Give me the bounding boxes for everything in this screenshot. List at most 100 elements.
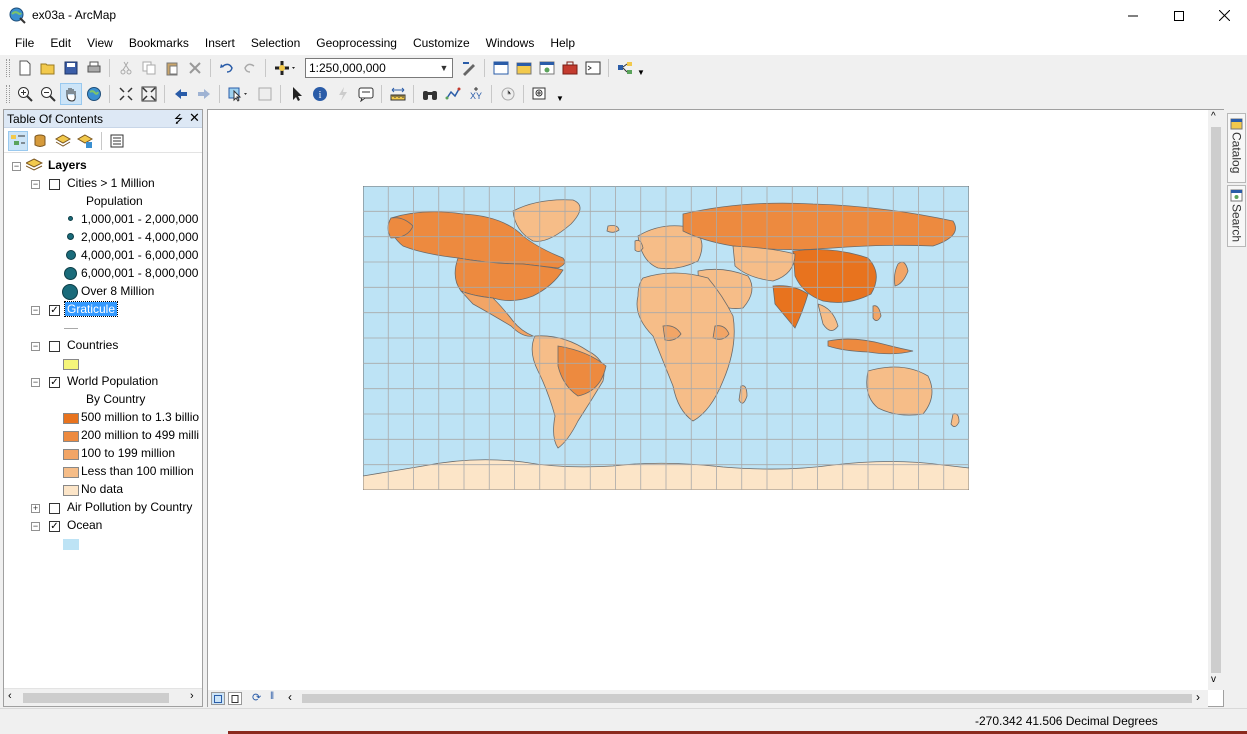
maximize-button[interactable] (1156, 0, 1202, 31)
time-slider-button[interactable] (497, 83, 519, 105)
menu-help[interactable]: Help (542, 31, 583, 55)
world-map-frame[interactable] (363, 186, 969, 490)
map-horizontal-scrollbar[interactable]: ⟳ ǁ ‹ › (208, 690, 1208, 707)
table-of-contents-button[interactable] (490, 57, 512, 79)
list-by-source-button[interactable] (30, 131, 50, 151)
save-button[interactable] (60, 57, 82, 79)
open-button[interactable] (37, 57, 59, 79)
list-by-selection-button[interactable] (75, 131, 95, 151)
countries-layer-name[interactable]: Countries (67, 338, 118, 352)
arctoolbox-button[interactable] (559, 57, 581, 79)
refresh-icon[interactable]: ⟳ (252, 691, 261, 704)
search-window-button[interactable] (536, 57, 558, 79)
hyperlink-button[interactable] (332, 83, 354, 105)
menu-insert[interactable]: Insert (197, 31, 243, 55)
expand-air-pollution-toggle[interactable]: + (31, 504, 40, 513)
cities-layer-name[interactable]: Cities > 1 Million (67, 176, 155, 190)
zoom-out-button[interactable] (37, 83, 59, 105)
model-builder-button[interactable] (614, 57, 636, 79)
scroll-up-icon[interactable]: ^ (1211, 111, 1216, 122)
print-button[interactable] (83, 57, 105, 79)
menu-customize[interactable]: Customize (405, 31, 478, 55)
clear-selection-button[interactable] (254, 83, 276, 105)
graticule-visibility-checkbox[interactable]: ✓ (49, 305, 60, 316)
map-vscroll-thumb[interactable] (1211, 127, 1221, 673)
go-to-xy-button[interactable]: XY (465, 83, 487, 105)
close-button[interactable] (1201, 0, 1247, 31)
go-forward-button[interactable] (193, 83, 215, 105)
menu-file[interactable]: File (7, 31, 42, 55)
add-data-button[interactable] (271, 57, 301, 79)
find-button[interactable] (419, 83, 441, 105)
zoom-in-button[interactable] (14, 83, 36, 105)
catalog-dock-tab[interactable]: Catalog (1227, 113, 1246, 183)
menu-edit[interactable]: Edit (42, 31, 79, 55)
fixed-zoom-out-button[interactable] (138, 83, 160, 105)
pan-button[interactable] (59, 83, 82, 105)
menu-windows[interactable]: Windows (478, 31, 543, 55)
redo-button[interactable] (239, 57, 261, 79)
scroll-down-icon[interactable]: v (1211, 674, 1216, 685)
pin-icon[interactable]: ⭍ (174, 111, 183, 130)
select-features-button[interactable] (225, 83, 253, 105)
ocean-visibility-checkbox[interactable]: ✓ (49, 521, 60, 532)
fixed-zoom-in-button[interactable] (115, 83, 137, 105)
toc-options-button[interactable] (107, 131, 127, 151)
scroll-left-icon[interactable]: ‹ (8, 690, 12, 702)
layout-view-button[interactable] (228, 692, 242, 705)
toolbar-overflow-button[interactable]: ▼ (636, 57, 646, 79)
world-population-visibility-checkbox[interactable]: ✓ (49, 377, 60, 388)
menu-view[interactable]: View (79, 31, 121, 55)
graticule-layer-name[interactable]: Graticule (63, 301, 119, 317)
copy-button[interactable] (138, 57, 160, 79)
menu-bookmarks[interactable]: Bookmarks (121, 31, 197, 55)
data-frame-label[interactable]: Layers (48, 158, 87, 172)
toc-close-icon[interactable]: ✕ (189, 110, 200, 126)
create-viewer-window-button[interactable] (529, 83, 555, 105)
pause-drawing-icon[interactable]: ǁ (270, 691, 274, 702)
new-document-button[interactable] (14, 57, 36, 79)
go-back-button[interactable] (170, 83, 192, 105)
select-elements-button[interactable] (286, 83, 308, 105)
ocean-layer-name[interactable]: Ocean (67, 518, 102, 532)
toolbar-grip[interactable] (6, 85, 10, 103)
menu-selection[interactable]: Selection (243, 31, 308, 55)
air-pollution-visibility-checkbox[interactable] (49, 503, 60, 514)
collapse-layers-toggle[interactable]: − (12, 162, 21, 171)
data-view-button[interactable] (211, 692, 225, 705)
html-popup-button[interactable] (355, 83, 377, 105)
toc-scroll-thumb[interactable] (23, 693, 169, 703)
identify-button[interactable]: i (309, 83, 331, 105)
collapse-cities-toggle[interactable]: − (31, 180, 40, 189)
toc-horizontal-scrollbar[interactable]: ‹ › (4, 688, 202, 706)
map-hscroll-thumb[interactable] (302, 694, 1192, 703)
cut-button[interactable] (115, 57, 137, 79)
minimize-button[interactable] (1110, 0, 1156, 31)
python-window-button[interactable] (582, 57, 604, 79)
cities-visibility-checkbox[interactable] (49, 179, 60, 190)
paste-button[interactable] (161, 57, 183, 79)
map-vertical-scrollbar[interactable]: ^ v (1208, 110, 1224, 690)
search-dock-tab[interactable]: Search (1227, 185, 1246, 247)
list-by-visibility-button[interactable] (53, 131, 73, 151)
menu-geoprocessing[interactable]: Geoprocessing (308, 31, 405, 55)
measure-button[interactable] (387, 83, 409, 105)
scroll-left-icon[interactable]: ‹ (288, 690, 292, 704)
map-scale-combobox[interactable]: 1:250,000,000 ▼ (305, 58, 453, 78)
list-by-drawing-order-button[interactable] (7, 130, 28, 151)
scroll-right-icon[interactable]: › (1196, 690, 1200, 704)
toolbar-grip[interactable] (6, 59, 10, 77)
find-route-button[interactable] (442, 83, 464, 105)
delete-button[interactable] (184, 57, 206, 79)
scroll-right-icon[interactable]: › (190, 690, 194, 702)
full-extent-button[interactable] (83, 83, 105, 105)
world-population-layer-name[interactable]: World Population (67, 374, 158, 388)
air-pollution-layer-name[interactable]: Air Pollution by Country (67, 500, 192, 514)
collapse-graticule-toggle[interactable]: − (31, 306, 40, 315)
countries-visibility-checkbox[interactable] (49, 341, 60, 352)
collapse-world-population-toggle[interactable]: − (31, 378, 40, 387)
undo-button[interactable] (216, 57, 238, 79)
editor-toolbar-button[interactable] (458, 57, 480, 79)
map-display[interactable]: ^ v ⟳ ǁ ‹ › (207, 109, 1224, 707)
catalog-window-button[interactable] (513, 57, 535, 79)
